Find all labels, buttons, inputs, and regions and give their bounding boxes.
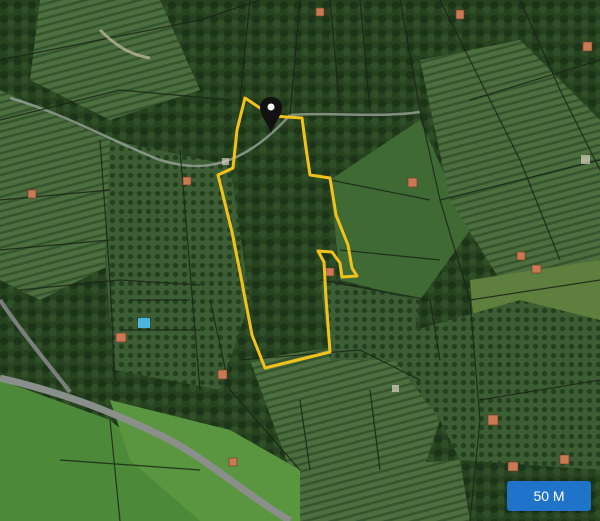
location-pin-icon[interactable] [0,0,600,521]
scale-button[interactable]: 50 M [507,481,591,511]
map-view[interactable]: 50 M [0,0,600,521]
scale-label: 50 M [533,488,565,504]
